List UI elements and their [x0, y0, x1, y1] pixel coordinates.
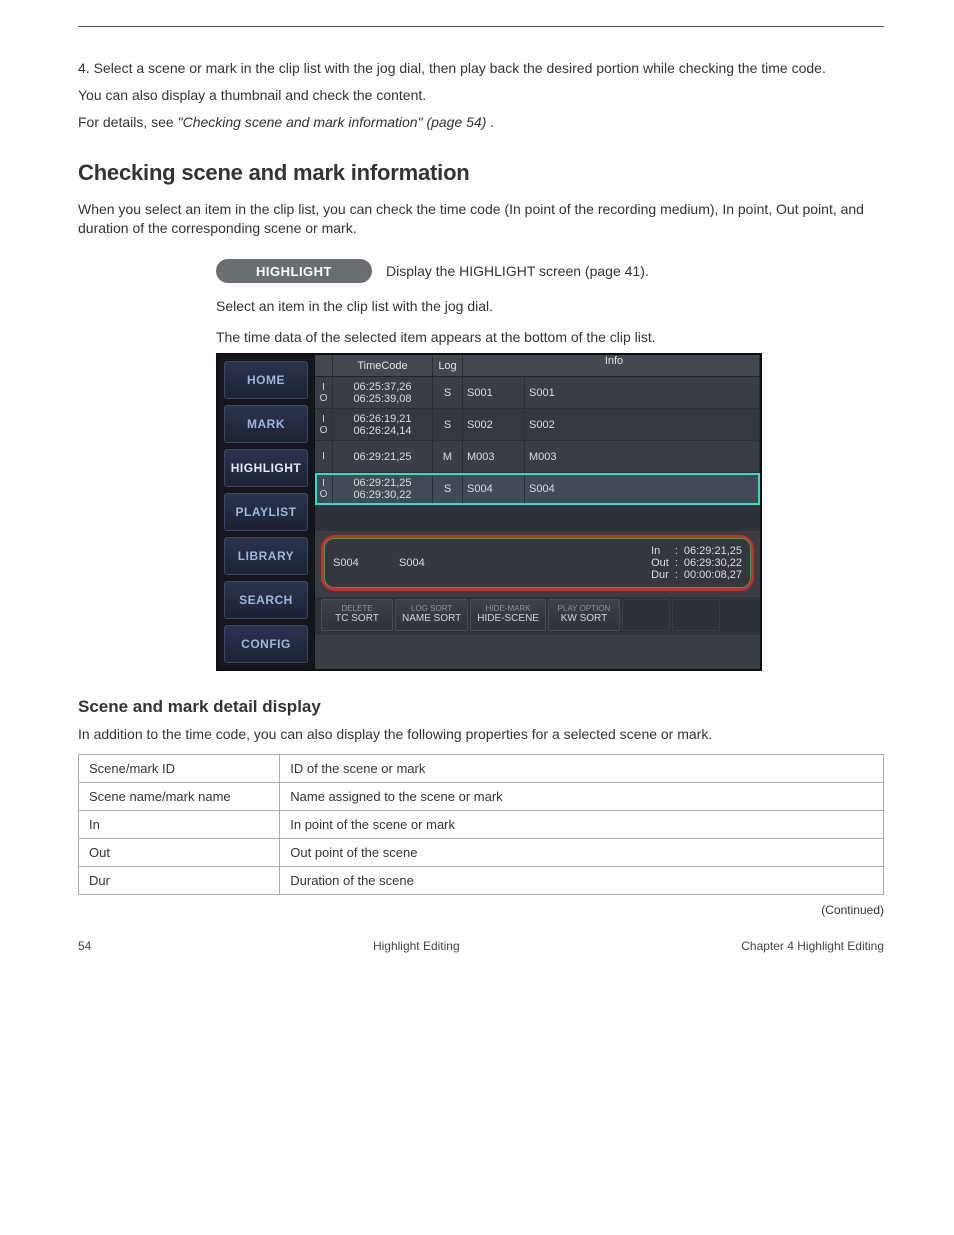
detail-out-val: 06:29:30,22 — [684, 557, 742, 569]
clip-id-cell: S002 — [463, 409, 525, 440]
detail-colon-1: : — [675, 545, 678, 557]
properties-row: Scene/mark IDID of the scene or mark — [79, 755, 884, 783]
intro-thumb-note: You can also display a thumbnail and che… — [78, 86, 884, 105]
detail-panel-outline: S004 S004 In : 06:29:21,25 Out : 06:29:3… — [321, 535, 754, 591]
nav-home[interactable]: HOME — [224, 361, 308, 399]
clip-row[interactable]: IO06:29:21,2506:29:30,22SS004S004 — [315, 473, 760, 505]
nav-sidebar: HOME MARK HIGHLIGHT PLAYLIST LIBRARY SEA… — [218, 355, 314, 669]
footer-center: Highlight Editing — [373, 939, 460, 953]
clip-io-cell: I — [315, 441, 333, 472]
pill-highlight: HIGHLIGHT — [216, 259, 372, 283]
bottom-button-empty — [622, 599, 670, 631]
properties-row: InIn point of the scene or mark — [79, 811, 884, 839]
nav-library[interactable]: LIBRARY — [224, 537, 308, 575]
properties-key: Dur — [79, 867, 280, 895]
clip-row[interactable]: IO06:26:19,2106:26:24,14SS002S002 — [315, 409, 760, 441]
nav-highlight[interactable]: HIGHLIGHT — [224, 449, 308, 487]
properties-value: ID of the scene or mark — [280, 755, 884, 783]
bottom-button-empty — [672, 599, 720, 631]
properties-key: In — [79, 811, 280, 839]
intro-tip-post: . — [490, 114, 494, 130]
col-io — [315, 355, 333, 376]
clip-info-cell: S004 — [525, 473, 760, 504]
bottom-button[interactable]: HIDE-MARKHIDE-SCENE — [470, 599, 546, 631]
bottom-button[interactable]: PLAY OPTIONKW SORT — [548, 599, 620, 631]
clip-info-cell: S002 — [525, 409, 760, 440]
clip-tc-cell: 06:26:19,2106:26:24,14 — [333, 409, 433, 440]
properties-key: Out — [79, 839, 280, 867]
properties-row: Scene name/mark nameName assigned to the… — [79, 783, 884, 811]
device-screenshot: HOME MARK HIGHLIGHT PLAYLIST LIBRARY SEA… — [216, 353, 762, 671]
clip-io-cell: IO — [315, 377, 333, 408]
properties-key: Scene/mark ID — [79, 755, 280, 783]
top-rule — [78, 26, 884, 27]
detail-colon-3: : — [675, 569, 678, 581]
properties-value: Duration of the scene — [280, 867, 884, 895]
clip-log-cell: S — [433, 377, 463, 408]
page-footer: 54 Highlight Editing Chapter 4 Highlight… — [78, 939, 884, 953]
detail-in-val: 06:29:21,25 — [684, 545, 742, 557]
bottom-button-bar: DELETETC SORTLOG SORTNAME SORTHIDE-MARKH… — [315, 597, 760, 635]
col-timecode: TimeCode — [333, 355, 433, 376]
step-instruction-2: Select an item in the clip list with the… — [216, 297, 884, 316]
detail-subsection-title: Scene and mark detail display — [78, 697, 884, 717]
properties-key: Scene name/mark name — [79, 783, 280, 811]
detail-colon-2: : — [675, 557, 678, 569]
clip-info-cell: M003 — [525, 441, 760, 472]
detail-label: S004 — [399, 557, 641, 569]
clip-list-body: IO06:25:37,2606:25:39,08SS001S001IO06:26… — [315, 377, 760, 505]
intro-tip-link[interactable]: "Checking scene and mark information" (p… — [178, 114, 487, 130]
step-caption: The time data of the selected item appea… — [216, 328, 884, 347]
detail-id: S004 — [333, 557, 389, 569]
intro-tip: For details, see "Checking scene and mar… — [78, 113, 884, 132]
clip-list-panel: TimeCode Log Info IO06:25:37,2606:25:39,… — [314, 355, 760, 669]
continued-label: (Continued) — [78, 903, 884, 917]
clip-io-cell: IO — [315, 473, 333, 504]
properties-value: Out point of the scene — [280, 839, 884, 867]
clip-info-cell: S001 — [525, 377, 760, 408]
detail-dur-key: Dur — [651, 569, 669, 581]
properties-table: Scene/mark IDID of the scene or markScen… — [78, 754, 884, 895]
footer-chapter: Chapter 4 Highlight Editing — [741, 939, 884, 953]
col-info: Info — [463, 355, 760, 376]
properties-row: OutOut point of the scene — [79, 839, 884, 867]
intro-step-4: 4. Select a scene or mark in the clip li… — [78, 59, 884, 78]
bottom-button[interactable]: DELETETC SORT — [321, 599, 393, 631]
clip-id-cell: S001 — [463, 377, 525, 408]
properties-value: Name assigned to the scene or mark — [280, 783, 884, 811]
properties-row: DurDuration of the scene — [79, 867, 884, 895]
nav-config[interactable]: CONFIG — [224, 625, 308, 663]
footer-page-number: 54 — [78, 939, 91, 953]
detail-out-key: Out — [651, 557, 669, 569]
clip-tc-cell: 06:25:37,2606:25:39,08 — [333, 377, 433, 408]
detail-panel: S004 S004 In : 06:29:21,25 Out : 06:29:3… — [324, 538, 751, 588]
detail-time-table: In : 06:29:21,25 Out : 06:29:30,22 Dur :… — [651, 545, 742, 581]
clip-row[interactable]: I06:29:21,25MM003M003 — [315, 441, 760, 473]
clip-list-header: TimeCode Log Info — [315, 355, 760, 377]
clip-tc-cell: 06:29:21,25 — [333, 441, 433, 472]
detail-in-key: In — [651, 545, 669, 557]
detail-subsection-p: In addition to the time code, you can al… — [78, 725, 884, 744]
clip-log-cell: M — [433, 441, 463, 472]
nav-mark[interactable]: MARK — [224, 405, 308, 443]
clip-id-cell: M003 — [463, 441, 525, 472]
detail-dur-val: 00:00:08,27 — [684, 569, 742, 581]
clip-io-cell: IO — [315, 409, 333, 440]
clip-tc-cell: 06:29:21,2506:29:30,22 — [333, 473, 433, 504]
clip-list-gap — [315, 505, 760, 531]
clip-log-cell: S — [433, 473, 463, 504]
bottom-button[interactable]: LOG SORTNAME SORT — [395, 599, 468, 631]
clip-id-cell: S004 — [463, 473, 525, 504]
clip-log-cell: S — [433, 409, 463, 440]
section-title: Checking scene and mark information — [78, 160, 884, 186]
section-overview: When you select an item in the clip list… — [78, 200, 884, 238]
intro-tip-pre: For details, see — [78, 114, 178, 130]
clip-row[interactable]: IO06:25:37,2606:25:39,08SS001S001 — [315, 377, 760, 409]
nav-search[interactable]: SEARCH — [224, 581, 308, 619]
pill-highlight-text: Display the HIGHLIGHT screen (page 41). — [386, 263, 649, 279]
properties-value: In point of the scene or mark — [280, 811, 884, 839]
nav-playlist[interactable]: PLAYLIST — [224, 493, 308, 531]
col-log: Log — [433, 355, 463, 376]
